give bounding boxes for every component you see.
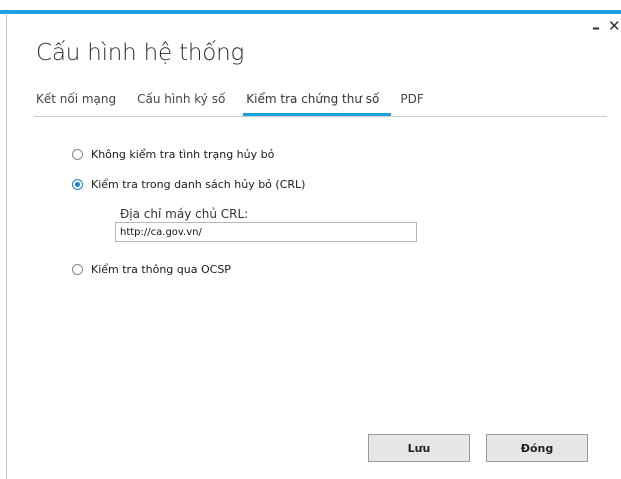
save-button[interactable]: Lưu	[368, 434, 470, 462]
tab-pdf[interactable]: PDF	[400, 92, 432, 114]
option-no-check[interactable]: Không kiểm tra tình trạng hủy bỏ	[72, 148, 274, 161]
radio-crl[interactable]	[72, 179, 83, 190]
option-crl[interactable]: Kiểm tra trong danh sách hủy bỏ (CRL)	[72, 178, 305, 191]
radio-no-check[interactable]	[72, 149, 83, 160]
radio-ocsp[interactable]	[72, 264, 83, 275]
option-ocsp[interactable]: Kiểm tra thông qua OCSP	[72, 263, 231, 276]
crl-server-input[interactable]	[115, 222, 417, 242]
tab-divider	[34, 116, 607, 117]
tab-signing-config[interactable]: Cấu hình ký số	[137, 92, 234, 114]
close-button[interactable]: Đóng	[486, 434, 588, 462]
option-crl-label: Kiểm tra trong danh sách hủy bỏ (CRL)	[91, 178, 306, 191]
settings-dialog: – ✕ Cấu hình hệ thống Kết nối mạng Cấu h…	[0, 0, 621, 479]
option-no-check-label: Không kiểm tra tình trạng hủy bỏ	[91, 148, 275, 161]
tab-network[interactable]: Kết nối mạng	[36, 92, 125, 114]
dialog-title: Cấu hình hệ thống	[36, 40, 245, 66]
tab-certificate-check[interactable]: Kiểm tra chứng thư số	[243, 92, 392, 116]
crl-server-label: Địa chỉ máy chủ CRL:	[120, 207, 249, 221]
tab-bar: Kết nối mạng Cấu hình ký số Kiểm tra chứ…	[36, 92, 445, 118]
title-accent-bar	[0, 10, 621, 14]
minimize-icon[interactable]: –	[592, 20, 600, 36]
window-left-border	[6, 13, 7, 479]
option-ocsp-label: Kiểm tra thông qua OCSP	[91, 263, 231, 276]
close-icon[interactable]: ✕	[608, 19, 621, 34]
